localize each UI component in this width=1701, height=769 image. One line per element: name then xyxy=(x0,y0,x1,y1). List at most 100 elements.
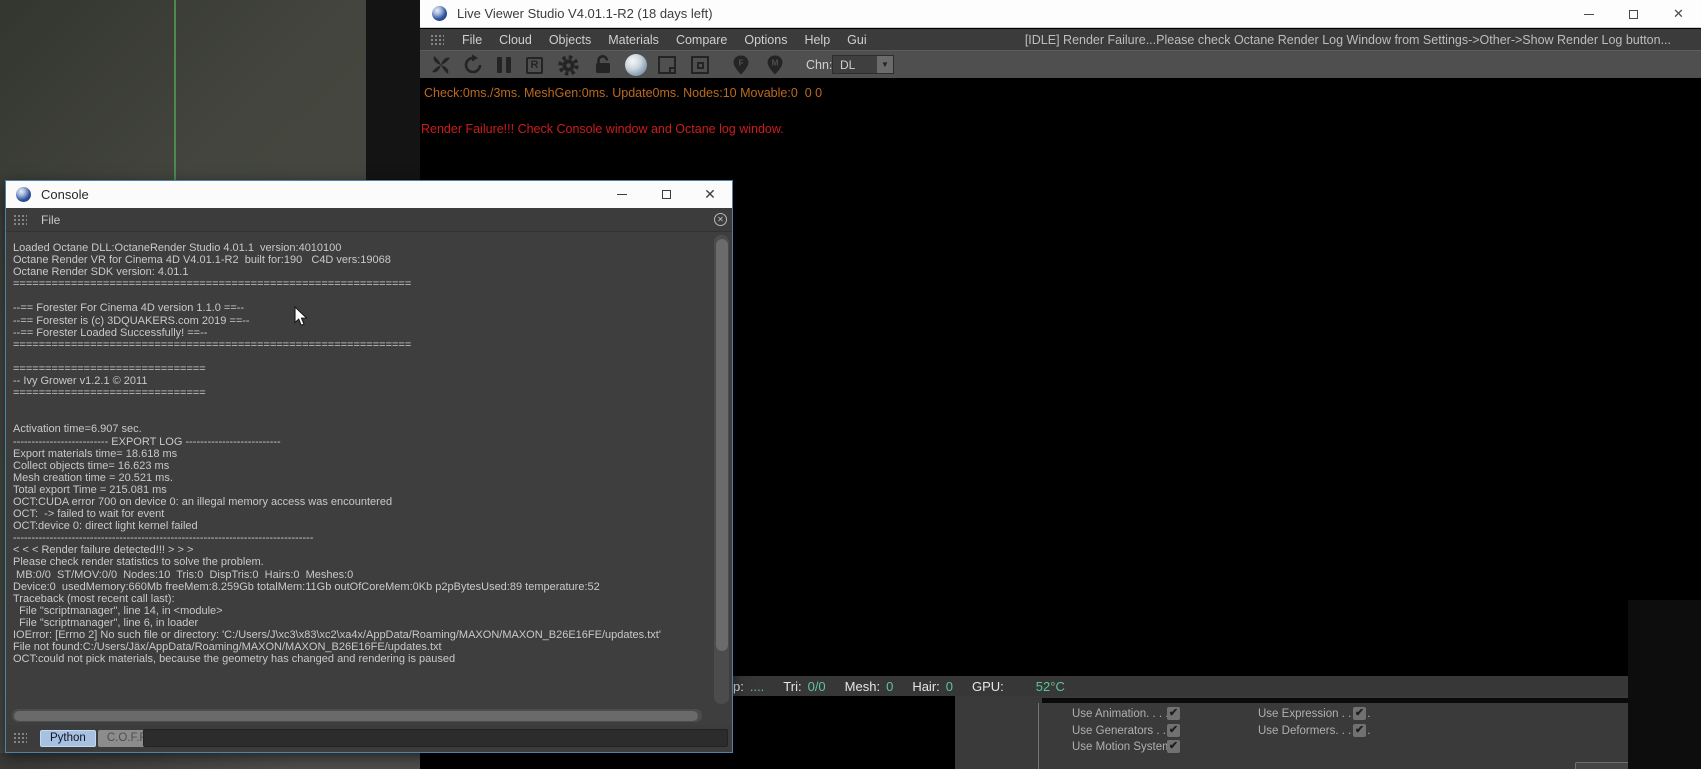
window-title: Live Viewer Studio V4.01.1-R2 (18 days l… xyxy=(457,6,713,21)
log-line: < < < Render failure detected!!! > > > xyxy=(13,544,194,557)
focus-pin-icon[interactable]: F xyxy=(731,51,751,79)
log-line: Loaded Octane DLL:OctaneRender Studio 4.… xyxy=(13,242,342,254)
log-line: OCT:CUDA error 700 on device 0: an illeg… xyxy=(13,495,393,508)
log-line: File "scriptmanager", line 6, in loader xyxy=(13,616,199,629)
checkbox[interactable]: ✔ xyxy=(1353,723,1366,737)
log-line: -- Ivy Grower v1.2.1 © 2011 xyxy=(13,375,148,388)
setting-row: Use Expression . . . . . ✔ xyxy=(1258,707,1371,720)
maximize-button[interactable] xyxy=(1611,0,1656,28)
console-title: Console xyxy=(41,187,89,202)
chevron-down-icon[interactable]: ▼ xyxy=(877,56,893,73)
log-line: Activation time=6.907 sec. xyxy=(13,423,142,436)
settings-left-column: Use Animation. . . . . ✔ Use Generators … xyxy=(1072,707,1192,757)
menu-item[interactable]: Materials xyxy=(608,33,659,47)
menubar-grip-icon[interactable] xyxy=(430,33,444,46)
statusbar-item: Mesh: 0 xyxy=(844,678,894,694)
log-line: IOError: [Errno 2] No such file or direc… xyxy=(13,629,661,641)
log-line: Octane Render VR for Cinema 4D V4.01.1-R… xyxy=(13,254,391,267)
menu-item[interactable]: File xyxy=(462,33,482,47)
log-line: OCT:device 0: direct light kernel failed xyxy=(13,520,198,533)
pause-icon[interactable] xyxy=(497,51,511,79)
render-region-icon[interactable] xyxy=(691,51,709,79)
material-ball-icon[interactable] xyxy=(625,51,647,79)
menu-item[interactable]: Options xyxy=(744,33,787,47)
fan-render-icon[interactable] xyxy=(430,51,452,79)
channel-label: Chn: xyxy=(806,58,833,72)
refresh-icon[interactable] xyxy=(462,51,484,79)
checkbox[interactable]: ✔ xyxy=(1167,707,1180,720)
log-line: Please check render statistics to solve … xyxy=(13,556,264,569)
live-viewer-toolbar: R F M Chn: DL ▼ xyxy=(420,50,1701,78)
log-line: OCT:could not pick materials, because th… xyxy=(13,653,456,666)
statusbar-item: Hair: 0 xyxy=(912,678,953,694)
tab-python[interactable]: Python xyxy=(40,729,96,747)
console-maximize-button[interactable] xyxy=(644,181,688,208)
checkbox[interactable]: ✔ xyxy=(1167,723,1180,737)
setting-row: Use Deformers. . . . . . ✔ xyxy=(1258,723,1371,737)
panel-divider xyxy=(1038,703,1039,769)
panel-top-strip xyxy=(1042,698,1628,703)
console-bottom-grip-icon[interactable] xyxy=(13,732,27,744)
material-pin-icon[interactable]: M xyxy=(765,51,785,79)
octane-app-icon xyxy=(432,6,447,21)
log-line: ========================================… xyxy=(13,278,412,291)
console-titlebar[interactable]: Console ✕ xyxy=(6,181,732,208)
channel-dropdown[interactable]: DL ▼ xyxy=(832,55,894,74)
log-line: Mesh creation time = 20.521 ms. xyxy=(13,471,173,484)
desktop-black-band xyxy=(366,0,420,186)
close-button[interactable]: ✕ xyxy=(1656,0,1701,28)
log-line: --== Forester For Cinema 4D version 1.1.… xyxy=(13,302,245,315)
console-vertical-scrollbar[interactable] xyxy=(714,235,729,704)
console-app-icon xyxy=(16,187,31,202)
partial-button[interactable] xyxy=(1575,762,1630,769)
menu-item[interactable]: Objects xyxy=(549,33,591,47)
picture-viewer-icon[interactable] xyxy=(658,51,676,79)
console-window: Console ✕ File ✕ Loaded Octane DLL:Octan… xyxy=(5,180,733,753)
log-line: File not found:C:/Users/Jäx/AppData/Roam… xyxy=(13,641,442,654)
menu-item[interactable]: Compare xyxy=(676,33,727,47)
live-viewer-titlebar[interactable]: Live Viewer Studio V4.01.1-R2 (18 days l… xyxy=(420,0,1701,28)
render-statusbar: p: .... Tri: 0/0 Mesh: 0 Hair: 0 GPU: 52… xyxy=(733,676,1628,696)
screen: Live Viewer Studio V4.01.1-R2 (18 days l… xyxy=(0,0,1701,769)
statusbar-item: p: .... xyxy=(733,678,765,694)
live-viewer-menubar: File Cloud Objects Materials Compare Options H… xyxy=(420,29,1701,50)
menu-items: File Cloud Objects Materials Compare Options H… xyxy=(462,33,867,47)
svg-text:M: M xyxy=(772,58,779,67)
console-horizontal-scrollbar[interactable] xyxy=(12,709,702,722)
setting-row: Use Motion System ✔ xyxy=(1072,740,1180,754)
checkbox[interactable]: ✔ xyxy=(1167,740,1180,754)
svg-text:F: F xyxy=(739,58,744,67)
minimize-button[interactable] xyxy=(1566,0,1611,28)
menu-item[interactable]: Cloud xyxy=(499,33,532,47)
console-log[interactable]: Loaded Octane DLL:OctaneRender Studio 4.… xyxy=(6,233,732,706)
menu-item[interactable]: Gui xyxy=(847,33,866,47)
menu-item[interactable]: Help xyxy=(804,33,830,47)
checkbox[interactable]: ✔ xyxy=(1353,707,1366,720)
console-close-button[interactable]: ✕ xyxy=(688,181,732,208)
log-line: Device:0 usedMemory:660Mb freeMem:8.259G… xyxy=(13,580,600,593)
viewport-check-stats: Check:0ms./3ms. MeshGen:0ms. Update0ms. … xyxy=(424,86,823,100)
console-file-menu[interactable]: File xyxy=(41,213,60,227)
close-log-icon[interactable]: ✕ xyxy=(714,213,727,226)
log-line: Octane Render SDK version: 4.01.1 xyxy=(13,266,189,279)
console-menubar: File ✕ xyxy=(6,208,732,232)
console-command-input[interactable] xyxy=(143,728,728,747)
console-grip-icon[interactable] xyxy=(13,213,27,226)
console-minimize-button[interactable] xyxy=(600,181,644,208)
log-line: Export materials time= 18.618 ms xyxy=(13,447,178,460)
lock-icon[interactable] xyxy=(592,51,614,79)
right-dark-zone xyxy=(1628,600,1701,769)
desktop-divider-line xyxy=(174,0,176,186)
log-line: File "scriptmanager", line 14, in <modul… xyxy=(13,604,223,617)
log-line: ----------------------------------------… xyxy=(13,532,314,545)
settings-gear-icon[interactable] xyxy=(557,51,580,79)
region-render-icon[interactable]: R xyxy=(526,51,543,79)
log-line: Collect objects time= 16.623 ms xyxy=(13,459,170,472)
mouse-cursor xyxy=(294,306,308,327)
setting-row: Use Generators . . . . ✔ xyxy=(1072,723,1180,737)
log-line: MB:0/0 ST/MOV:0/0 Nodes:10 Tris:0 DispTr… xyxy=(13,568,354,581)
